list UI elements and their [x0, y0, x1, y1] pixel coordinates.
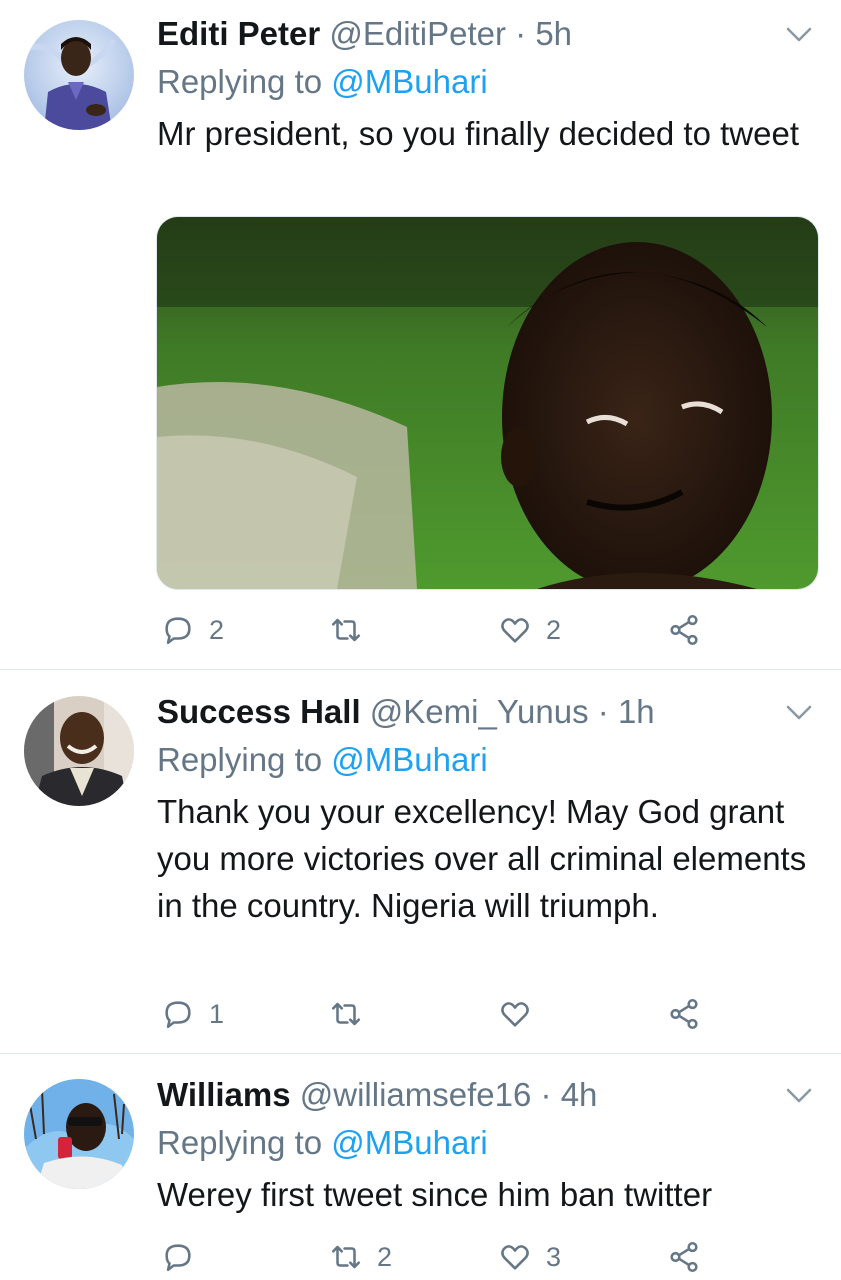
retweet-action[interactable]: 2: [329, 1237, 392, 1277]
like-action[interactable]: [498, 994, 546, 1034]
retweet-icon: [331, 618, 361, 642]
heart-icon: [501, 618, 529, 643]
share-action[interactable]: [667, 994, 701, 1034]
like-action[interactable]: 2: [498, 610, 561, 650]
tweet-actions: 1: [157, 994, 817, 1034]
like-action[interactable]: 3: [498, 1237, 561, 1277]
tweet-divider: [0, 1053, 841, 1054]
avatar-image: [24, 20, 134, 130]
replying-to: Replying to @MBuhari: [157, 60, 488, 104]
mention-link[interactable]: @MBuhari: [331, 741, 487, 778]
reply-count: 1: [209, 998, 225, 1029]
display-name[interactable]: Editi Peter: [157, 15, 320, 52]
user-handle[interactable]: @williamsefe16: [300, 1076, 532, 1113]
share-icon: [670, 614, 698, 646]
retweet-icon: [331, 1002, 361, 1026]
reply-action[interactable]: [161, 1237, 209, 1277]
timestamp[interactable]: 1h: [618, 693, 655, 730]
separator: ·: [515, 15, 527, 52]
replying-label: Replying to: [157, 1124, 323, 1161]
chevron-down-icon[interactable]: [785, 702, 813, 722]
display-name[interactable]: Success Hall: [157, 693, 361, 730]
tweet-text: Werey first tweet since him ban twitter: [157, 1176, 713, 1213]
avatar[interactable]: [24, 1079, 134, 1189]
share-icon: [670, 998, 698, 1030]
replying-to: Replying to @MBuhari: [157, 738, 488, 782]
timestamp[interactable]: 5h: [535, 15, 572, 52]
replying-label: Replying to: [157, 741, 323, 778]
replying-label: Replying to: [157, 63, 323, 100]
avatar[interactable]: [24, 20, 134, 130]
separator: ·: [597, 693, 609, 730]
user-handle[interactable]: @EditiPeter: [329, 15, 506, 52]
reply-count: 2: [209, 614, 225, 645]
share-action[interactable]: [667, 1237, 701, 1277]
retweet-action[interactable]: [329, 610, 377, 650]
replying-to: Replying to @MBuhari: [157, 1121, 488, 1165]
reply-bubble-icon: [165, 1244, 191, 1272]
chevron-down-icon[interactable]: [785, 1085, 813, 1105]
mention-link[interactable]: @MBuhari: [331, 1124, 487, 1161]
tweet-1[interactable]: Editi Peter @EditiPeter · 5h Replying to…: [0, 12, 841, 652]
timestamp[interactable]: 4h: [561, 1076, 598, 1113]
separator: ·: [540, 1076, 552, 1113]
user-handle[interactable]: @Kemi_Yunus: [370, 693, 589, 730]
tweet-text: Thank you your excellency! May God grant…: [157, 793, 807, 924]
tweet-2[interactable]: Success Hall @Kemi_Yunus · 1h Replying t…: [0, 690, 841, 1040]
retweet-action[interactable]: [329, 994, 377, 1034]
share-icon: [670, 1241, 698, 1273]
tweet-3[interactable]: Williams @williamsefe16 · 4h Replying to…: [0, 1073, 841, 1280]
reply-bubble-icon: [165, 617, 191, 645]
reply-bubble-icon: [165, 1001, 191, 1029]
tweet-header: Success Hall @Kemi_Yunus · 1h: [157, 690, 655, 734]
tweet-actions: 2 3: [157, 1237, 817, 1277]
heart-icon: [501, 1245, 529, 1270]
tweet-text: Mr president, so you finally decided to …: [157, 115, 800, 152]
tweet-media[interactable]: [156, 216, 819, 590]
like-count: 3: [546, 1241, 562, 1272]
like-count: 2: [546, 614, 562, 645]
heart-icon: [501, 1002, 529, 1027]
chevron-down-icon[interactable]: [785, 24, 813, 44]
display-name[interactable]: Williams: [157, 1076, 291, 1113]
reply-action[interactable]: 1: [161, 994, 224, 1034]
tweet-header: Editi Peter @EditiPeter · 5h: [157, 12, 572, 56]
tweet-header: Williams @williamsefe16 · 4h: [157, 1073, 597, 1117]
avatar-image: [24, 1079, 134, 1189]
retweet-icon: [331, 1245, 361, 1269]
retweet-count: 2: [377, 1241, 393, 1272]
avatar-image: [24, 696, 134, 806]
reply-action[interactable]: 2: [161, 610, 224, 650]
share-action[interactable]: [667, 610, 701, 650]
tweet-divider: [0, 669, 841, 670]
media-image: [157, 217, 818, 589]
tweet-actions: 2 2: [157, 610, 817, 650]
mention-link[interactable]: @MBuhari: [331, 63, 487, 100]
avatar[interactable]: [24, 696, 134, 806]
